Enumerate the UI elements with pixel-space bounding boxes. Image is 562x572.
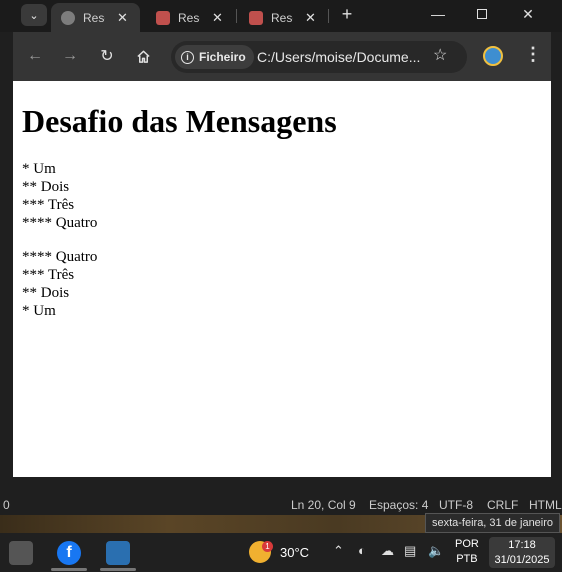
chevron-down-icon: ⌄ <box>29 9 39 22</box>
active-app-indicator <box>100 568 136 571</box>
list-item: *** Três <box>22 197 75 213</box>
close-icon[interactable]: ✕ <box>117 10 128 26</box>
tab-1[interactable]: Reso ✕ <box>51 3 140 32</box>
close-icon[interactable]: ✕ <box>305 10 316 26</box>
network-icon[interactable]: ▤ <box>404 543 416 559</box>
keyboard-layout: PTB <box>456 553 478 565</box>
menu-icon[interactable]: ⋮ <box>524 44 542 65</box>
app-icon[interactable] <box>106 541 130 565</box>
tab-title: Reso <box>178 10 200 25</box>
site-info-chip[interactable]: i Ficheiro <box>175 45 254 69</box>
list-item: ** Dois <box>22 179 70 195</box>
site-chip-label: Ficheiro <box>199 50 246 64</box>
tab-title: Reso <box>271 10 293 25</box>
close-window-button[interactable]: ✕ <box>516 4 540 24</box>
list-item: **** Quatro <box>22 249 98 265</box>
forward-button[interactable]: → <box>58 44 82 68</box>
input-language[interactable]: POR PTB <box>455 537 479 567</box>
home-icon <box>136 50 150 63</box>
reload-icon: ↻ <box>100 48 114 65</box>
taskbar: f 1 30°C ⌃ ◐ ☁ ▤ 🔈 POR PTB 17:18 31/01/2… <box>0 533 562 572</box>
maximize-icon <box>477 9 487 19</box>
active-app-indicator <box>51 568 87 571</box>
forward-icon: → <box>62 47 78 64</box>
minimize-button[interactable]: — <box>426 4 450 24</box>
address-bar[interactable]: i Ficheiro C:/Users/moise/Docume... <box>171 41 467 73</box>
tab-separator <box>328 9 329 23</box>
maximize-button[interactable] <box>470 4 494 24</box>
cloud-icon[interactable]: ☁ <box>381 543 394 559</box>
page-viewport: Desafio das Mensagens * Um ** Dois *** T… <box>13 81 551 477</box>
info-icon: i <box>181 50 194 64</box>
tab-title: Reso <box>83 10 105 25</box>
tab-separator <box>236 9 237 23</box>
minimize-icon: — <box>431 6 445 22</box>
meet-icon[interactable]: ◐ <box>358 543 366 558</box>
gift-icon <box>156 10 170 25</box>
close-icon[interactable]: ✕ <box>212 10 223 26</box>
temperature[interactable]: 30°C <box>280 545 309 560</box>
browser-toolbar: ← → ↻ i Ficheiro C:/Users/moise/Docume..… <box>13 32 551 81</box>
facebook-icon[interactable]: f <box>57 541 81 565</box>
avatar[interactable] <box>483 46 503 66</box>
url-text[interactable]: C:/Users/moise/Docume... <box>257 49 420 65</box>
page-title: Desafio das Mensagens <box>22 103 337 139</box>
tab-search-button[interactable]: ⌄ <box>21 4 47 26</box>
language-code: POR <box>455 538 479 550</box>
list-item: **** Quatro <box>22 215 98 231</box>
system-clock[interactable]: 17:18 31/01/2025 <box>489 537 555 568</box>
app-icon[interactable] <box>9 541 33 565</box>
plus-icon: + <box>341 3 353 24</box>
close-icon: ✕ <box>522 5 534 22</box>
status-problems[interactable]: 0 <box>3 498 10 512</box>
reload-button[interactable]: ↻ <box>95 44 119 68</box>
tab-2[interactable]: Reso ✕ <box>146 3 232 32</box>
status-eol[interactable]: CRLF <box>487 498 518 512</box>
clock-time: 17:18 <box>508 539 536 551</box>
gift-icon <box>249 10 263 25</box>
date-tooltip: sexta-feira, 31 de janeiro <box>425 513 560 533</box>
list-item: * Um <box>22 303 56 319</box>
tab-3[interactable]: Reso ✕ <box>239 3 325 32</box>
status-encoding[interactable]: UTF-8 <box>439 498 473 512</box>
clock-date: 31/01/2025 <box>494 554 550 566</box>
list-item: * Um <box>22 161 56 177</box>
back-icon: ← <box>27 47 43 64</box>
back-button[interactable]: ← <box>23 44 47 68</box>
volume-muted-icon[interactable]: 🔈 <box>428 543 444 559</box>
list-item: *** Três <box>22 267 75 283</box>
globe-icon <box>61 10 75 25</box>
new-tab-button[interactable]: + <box>337 4 357 24</box>
chevron-up-icon[interactable]: ⌃ <box>333 543 344 559</box>
status-cursor-position[interactable]: Ln 20, Col 9 <box>291 498 356 512</box>
status-indentation[interactable]: Espaços: 4 <box>369 498 428 512</box>
home-button[interactable] <box>131 44 155 68</box>
list-item: ** Dois <box>22 285 70 301</box>
weather-badge: 1 <box>262 541 273 552</box>
star-icon[interactable]: ☆ <box>433 45 447 65</box>
browser-tab-strip: ⌄ Reso ✕ Reso ✕ Reso ✕ + — ✕ <box>0 0 562 32</box>
editor-status-bar: 0 Ln 20, Col 9 Espaços: 4 UTF-8 CRLF HTM… <box>0 493 562 515</box>
status-language[interactable]: HTML <box>529 498 562 512</box>
